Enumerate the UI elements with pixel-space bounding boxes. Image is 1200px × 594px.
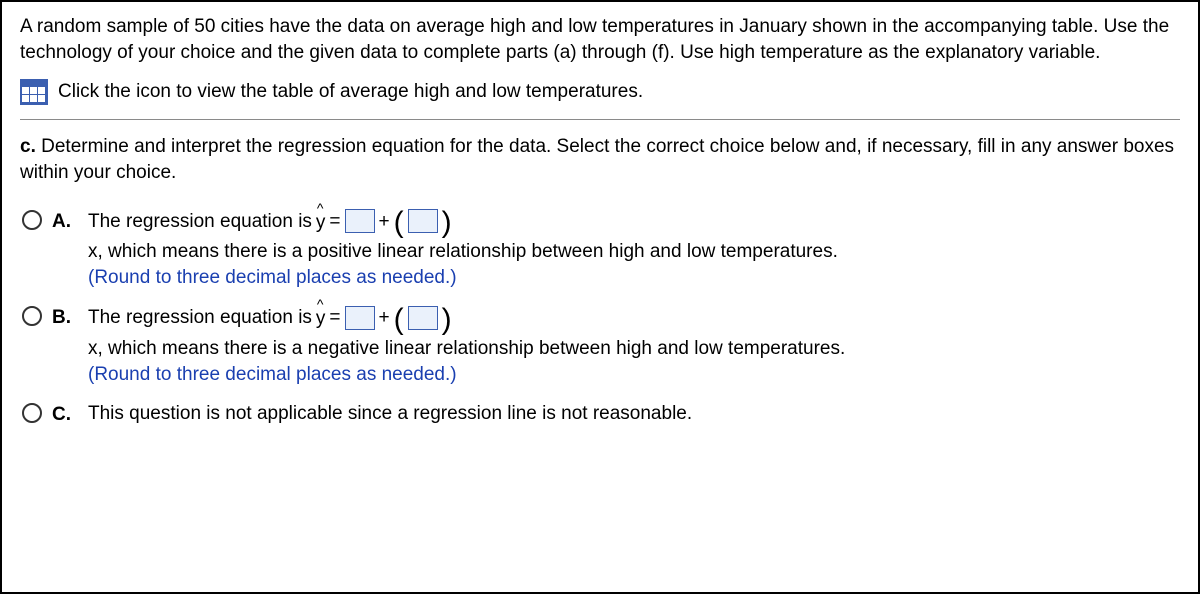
choice-a-letter: A. [52,208,78,235]
choice-a-pre: The regression equation is [88,209,312,235]
choice-a-intercept-input[interactable] [345,209,375,233]
question-intro: A random sample of 50 cities have the da… [20,14,1180,65]
radio-a[interactable] [22,210,42,230]
equals: = [329,209,340,235]
question-container: A random sample of 50 cities have the da… [0,0,1200,594]
choice-b-intercept-input[interactable] [345,306,375,330]
choice-b-round-note: (Round to three decimal places as needed… [88,362,1180,388]
open-paren: ( [394,211,404,235]
choice-a: A. The regression equation is ^y = + ( )… [22,208,1180,291]
close-paren: ) [442,308,452,332]
divider [20,119,1180,120]
choice-b-body: The regression equation is ^y = + ( ) x,… [88,304,1180,387]
choice-b-pre: The regression equation is [88,305,312,331]
data-table-link[interactable]: Click the icon to view the table of aver… [20,79,1180,105]
y-hat-symbol: ^y [316,208,326,236]
table-icon [20,79,48,105]
plus: + [379,305,390,331]
answer-choices: A. The regression equation is ^y = + ( )… [20,208,1180,428]
choice-c-body: This question is not applicable since a … [88,401,1180,427]
y-hat-symbol: ^y [316,304,326,332]
choice-a-body: The regression equation is ^y = + ( ) x,… [88,208,1180,291]
choice-c: C. This question is not applicable since… [22,401,1180,428]
choice-b-letter: B. [52,304,78,331]
radio-c[interactable] [22,403,42,423]
choice-b-post: x, which means there is a negative linea… [88,336,845,362]
part-c-prompt: c. Determine and interpret the regressio… [20,134,1180,185]
data-table-link-text: Click the icon to view the table of aver… [58,79,643,105]
part-label: c. [20,136,36,157]
radio-b[interactable] [22,306,42,326]
plus: + [379,209,390,235]
choice-a-post: x, which means there is a positive linea… [88,239,838,265]
part-prompt-text: Determine and interpret the regression e… [20,136,1174,183]
choice-c-letter: C. [52,401,78,428]
choice-b: B. The regression equation is ^y = + ( )… [22,304,1180,387]
choice-b-slope-input[interactable] [408,306,438,330]
close-paren: ) [442,211,452,235]
choice-a-round-note: (Round to three decimal places as needed… [88,265,1180,291]
equals: = [329,305,340,331]
open-paren: ( [394,308,404,332]
choice-c-text: This question is not applicable since a … [88,403,692,424]
choice-a-slope-input[interactable] [408,209,438,233]
